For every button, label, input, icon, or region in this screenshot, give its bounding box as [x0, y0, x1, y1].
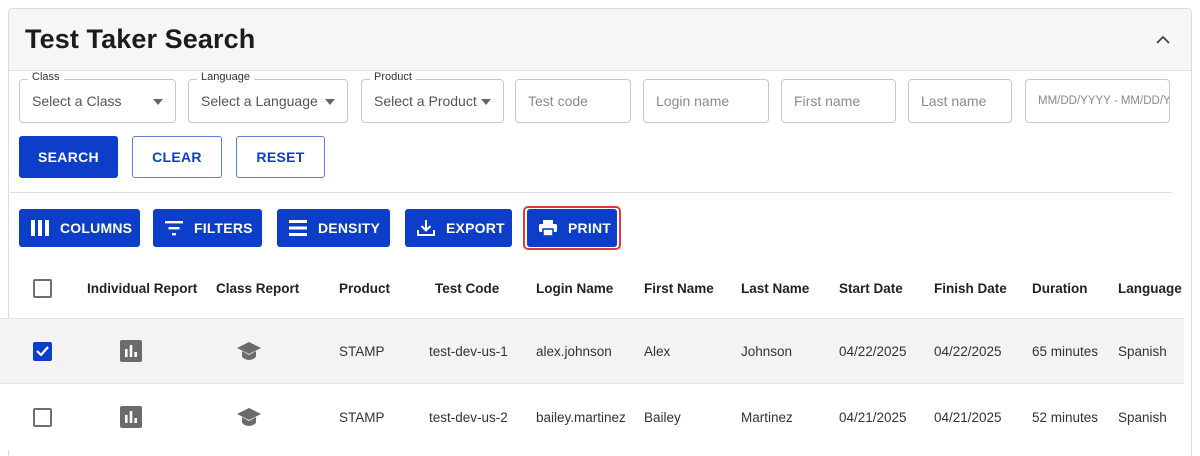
language-select[interactable]: Language Select a Language — [188, 71, 348, 123]
first-name-field[interactable] — [781, 79, 896, 123]
individual-report-cell — [120, 319, 142, 383]
density-icon — [287, 217, 309, 239]
search-button[interactable]: SEARCH — [19, 136, 118, 178]
export-button[interactable]: EXPORT — [405, 209, 512, 247]
column-header[interactable]: Login Name — [536, 258, 613, 318]
chevron-up-icon[interactable] — [1151, 28, 1175, 52]
select-all-checkbox[interactable] — [33, 278, 52, 298]
download-icon — [415, 217, 437, 239]
bar-chart-icon[interactable] — [120, 406, 142, 428]
graduation-cap-icon[interactable] — [236, 407, 262, 427]
density-label: DENSITY — [318, 220, 381, 236]
column-header[interactable]: Duration — [1032, 258, 1088, 318]
class-label: Class — [28, 71, 64, 83]
density-button[interactable]: DENSITY — [277, 209, 390, 247]
column-header[interactable]: Product — [339, 258, 390, 318]
row-checkbox-checked[interactable] — [33, 341, 52, 361]
reset-button[interactable]: RESET — [236, 136, 325, 178]
filter-bar: Class Select a Class Language Select a L… — [10, 71, 1170, 125]
column-header[interactable]: Finish Date — [934, 258, 1007, 318]
columns-button[interactable]: COLUMNS — [19, 209, 140, 247]
column-header[interactable]: Class Report — [216, 258, 299, 318]
finish-date-cell: 04/22/2025 — [934, 343, 1002, 359]
first-name-cell: Alex — [644, 343, 671, 359]
class-select-value: Select a Class — [32, 93, 122, 109]
last-name-input[interactable] — [921, 80, 1011, 122]
column-header[interactable]: Start Date — [839, 258, 903, 318]
product-label: Product — [370, 71, 416, 83]
caret-down-icon — [325, 99, 335, 105]
first-name-cell: Bailey — [644, 409, 681, 425]
export-label: EXPORT — [446, 220, 505, 236]
column-header[interactable]: Last Name — [741, 258, 809, 318]
clear-button[interactable]: CLEAR — [132, 136, 222, 178]
columns-icon — [29, 217, 51, 239]
test-code-cell: test-dev-us-2 — [429, 409, 508, 425]
column-header[interactable]: Individual Report — [87, 258, 197, 318]
language-cell: Spanish — [1118, 343, 1167, 359]
first-name-input[interactable] — [794, 80, 895, 122]
test-code-input[interactable] — [528, 80, 630, 122]
table-row[interactable]: STAMP test-dev-us-1 alex.johnson Alex Jo… — [0, 318, 1184, 384]
duration-cell: 65 minutes — [1032, 343, 1099, 359]
printer-icon — [537, 217, 559, 239]
caret-down-icon — [153, 99, 163, 105]
language-cell: Spanish — [1118, 409, 1167, 425]
last-name-cell: Martinez — [741, 409, 793, 425]
section-divider — [10, 192, 1172, 193]
login-name-field[interactable] — [643, 79, 769, 123]
print-button[interactable]: PRINT — [527, 209, 617, 247]
product-select-value: Select a Product — [374, 93, 477, 109]
row-select-cell — [33, 384, 52, 450]
panel-header: Test Taker Search — [9, 9, 1191, 71]
date-range-field[interactable] — [1025, 79, 1170, 123]
finish-date-cell: 04/21/2025 — [934, 409, 1002, 425]
test-code-field[interactable] — [515, 79, 631, 123]
print-label: PRINT — [568, 220, 611, 236]
language-label: Language — [197, 71, 254, 83]
date-range-input[interactable] — [1038, 80, 1169, 122]
last-name-cell: Johnson — [741, 343, 793, 359]
bar-chart-icon[interactable] — [120, 340, 142, 362]
caret-down-icon — [481, 99, 491, 105]
table-row[interactable]: STAMP test-dev-us-2 bailey.martinez Bail… — [0, 384, 1184, 450]
product-cell: STAMP — [339, 343, 385, 359]
select-all-cell — [33, 258, 52, 318]
row-select-cell — [33, 319, 52, 383]
page-title: Test Taker Search — [25, 24, 256, 54]
filters-button[interactable]: FILTERS — [153, 209, 262, 247]
test-code-cell: test-dev-us-1 — [429, 343, 508, 359]
start-date-cell: 04/21/2025 — [839, 409, 907, 425]
class-report-cell — [236, 384, 262, 450]
table-header-row: Individual Report Class Report Product T… — [0, 258, 1184, 318]
class-report-cell — [236, 319, 262, 383]
filters-label: FILTERS — [194, 220, 253, 236]
login-name-input[interactable] — [656, 80, 768, 122]
duration-cell: 52 minutes — [1032, 409, 1099, 425]
column-header[interactable]: Language — [1118, 258, 1182, 318]
language-select-value: Select a Language — [201, 93, 318, 109]
column-header[interactable]: Test Code — [435, 258, 499, 318]
login-name-cell: bailey.martinez — [536, 409, 626, 425]
product-select[interactable]: Product Select a Product — [361, 71, 504, 123]
product-cell: STAMP — [339, 409, 385, 425]
class-select[interactable]: Class Select a Class — [19, 71, 176, 123]
row-checkbox[interactable] — [33, 407, 52, 427]
start-date-cell: 04/22/2025 — [839, 343, 907, 359]
filter-icon — [163, 217, 185, 239]
last-name-field[interactable] — [908, 79, 1012, 123]
columns-label: COLUMNS — [60, 220, 133, 236]
individual-report-cell — [120, 384, 142, 450]
graduation-cap-icon[interactable] — [236, 341, 262, 361]
column-header[interactable]: First Name — [644, 258, 714, 318]
login-name-cell: alex.johnson — [536, 343, 612, 359]
